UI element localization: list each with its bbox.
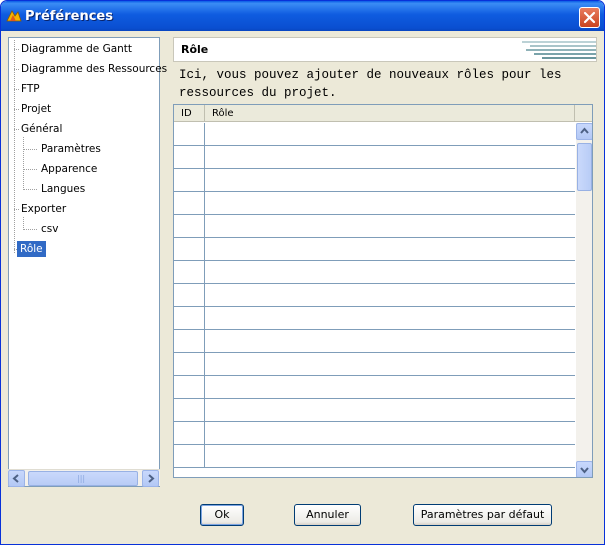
tree-item-ftp[interactable]: FTP [19, 81, 42, 97]
cell-divider [204, 192, 205, 215]
scroll-left-button[interactable] [8, 470, 25, 487]
ok-button[interactable]: Ok [200, 504, 244, 526]
scroll-up-button[interactable] [576, 123, 592, 142]
chevron-up-icon [577, 127, 592, 142]
dialog-body: Diagramme de Gantt Diagramme des Ressour… [4, 31, 601, 543]
chevron-down-icon [577, 467, 592, 477]
cell-divider [204, 376, 205, 399]
tree-connector [23, 137, 24, 190]
close-button[interactable] [579, 7, 600, 28]
tree-item-export[interactable]: Exporter [19, 201, 68, 217]
cell-divider [204, 422, 205, 445]
scroll-grip: ||| [77, 474, 86, 483]
tree-item-project[interactable]: Projet [19, 101, 53, 117]
description-line: Ici, vous pouvez ajouter de nouveaux rôl… [179, 68, 562, 82]
category-tree: Diagramme de Gantt Diagramme des Ressour… [8, 37, 167, 487]
column-header-role[interactable]: Rôle [205, 105, 575, 122]
table-row[interactable] [174, 330, 575, 353]
cell-divider [204, 399, 205, 422]
table-row[interactable] [174, 284, 575, 307]
tree-connector [23, 149, 37, 150]
table-row[interactable] [174, 169, 575, 192]
section-description: Ici, vous pouvez ajouter de nouveaux rôl… [179, 66, 599, 102]
cell-divider [204, 445, 205, 468]
tree-connector [14, 40, 15, 253]
cancel-button[interactable]: Annuler [294, 504, 361, 526]
cell-divider [204, 284, 205, 307]
table-row[interactable] [174, 192, 575, 215]
description-line: ressources du projet. [179, 86, 337, 100]
window-title: Préférences [25, 9, 113, 24]
scroll-thumb[interactable]: ||| [28, 471, 138, 486]
table-row[interactable] [174, 376, 575, 399]
column-header-id[interactable]: ID [174, 105, 205, 122]
tree-horizontal-scrollbar[interactable]: ||| [8, 469, 160, 487]
cell-divider [204, 238, 205, 261]
chevron-left-icon [9, 474, 24, 489]
tree-item-gantt[interactable]: Diagramme de Gantt [19, 41, 134, 57]
table-row[interactable] [174, 307, 575, 330]
tree-item-csv[interactable]: csv [39, 221, 60, 237]
table-row[interactable] [174, 353, 575, 376]
table-row[interactable] [174, 238, 575, 261]
scroll-right-button[interactable] [142, 470, 159, 487]
table-vertical-scrollbar[interactable] [576, 123, 592, 477]
tree-item-parameters[interactable]: Paramètres [39, 141, 103, 157]
tree-connector [23, 169, 37, 170]
tree-item-languages[interactable]: Langues [39, 181, 87, 197]
cell-divider [204, 353, 205, 376]
table-row[interactable] [174, 422, 575, 445]
scroll-thumb[interactable] [577, 143, 592, 191]
section-header: Rôle [173, 37, 597, 62]
column-header-corner [575, 105, 592, 122]
table-row[interactable] [174, 215, 575, 238]
tree-connector [23, 229, 37, 230]
table-rows [174, 123, 575, 468]
table-row[interactable] [174, 445, 575, 468]
table-row[interactable] [174, 123, 575, 146]
header-decoration [522, 41, 596, 59]
cell-divider [204, 307, 205, 330]
roles-table[interactable]: ID Rôle [173, 104, 593, 478]
tree-item-resources-chart[interactable]: Diagramme des Ressources [19, 61, 169, 77]
table-row[interactable] [174, 146, 575, 169]
restore-defaults-button[interactable]: Paramètres par défaut [413, 504, 552, 526]
chevron-right-icon [143, 474, 158, 489]
cell-divider [204, 261, 205, 284]
title-bar[interactable]: Préférences [1, 1, 604, 31]
cell-divider [204, 146, 205, 169]
cell-divider [204, 169, 205, 192]
tree-item-role[interactable]: Rôle [17, 241, 46, 257]
cell-divider [204, 215, 205, 238]
scroll-down-button[interactable] [576, 461, 592, 477]
tree-item-appearance[interactable]: Apparence [39, 161, 99, 177]
table-row[interactable] [174, 261, 575, 284]
cell-divider [204, 123, 205, 146]
tree-connector [23, 189, 37, 190]
preferences-window: Préférences Diagramme de Gantt Diagramme… [0, 0, 605, 545]
table-row[interactable] [174, 399, 575, 422]
app-icon [6, 9, 22, 23]
tree-item-general[interactable]: Général [19, 121, 64, 137]
section-title: Rôle [181, 43, 209, 56]
cell-divider [204, 330, 205, 353]
